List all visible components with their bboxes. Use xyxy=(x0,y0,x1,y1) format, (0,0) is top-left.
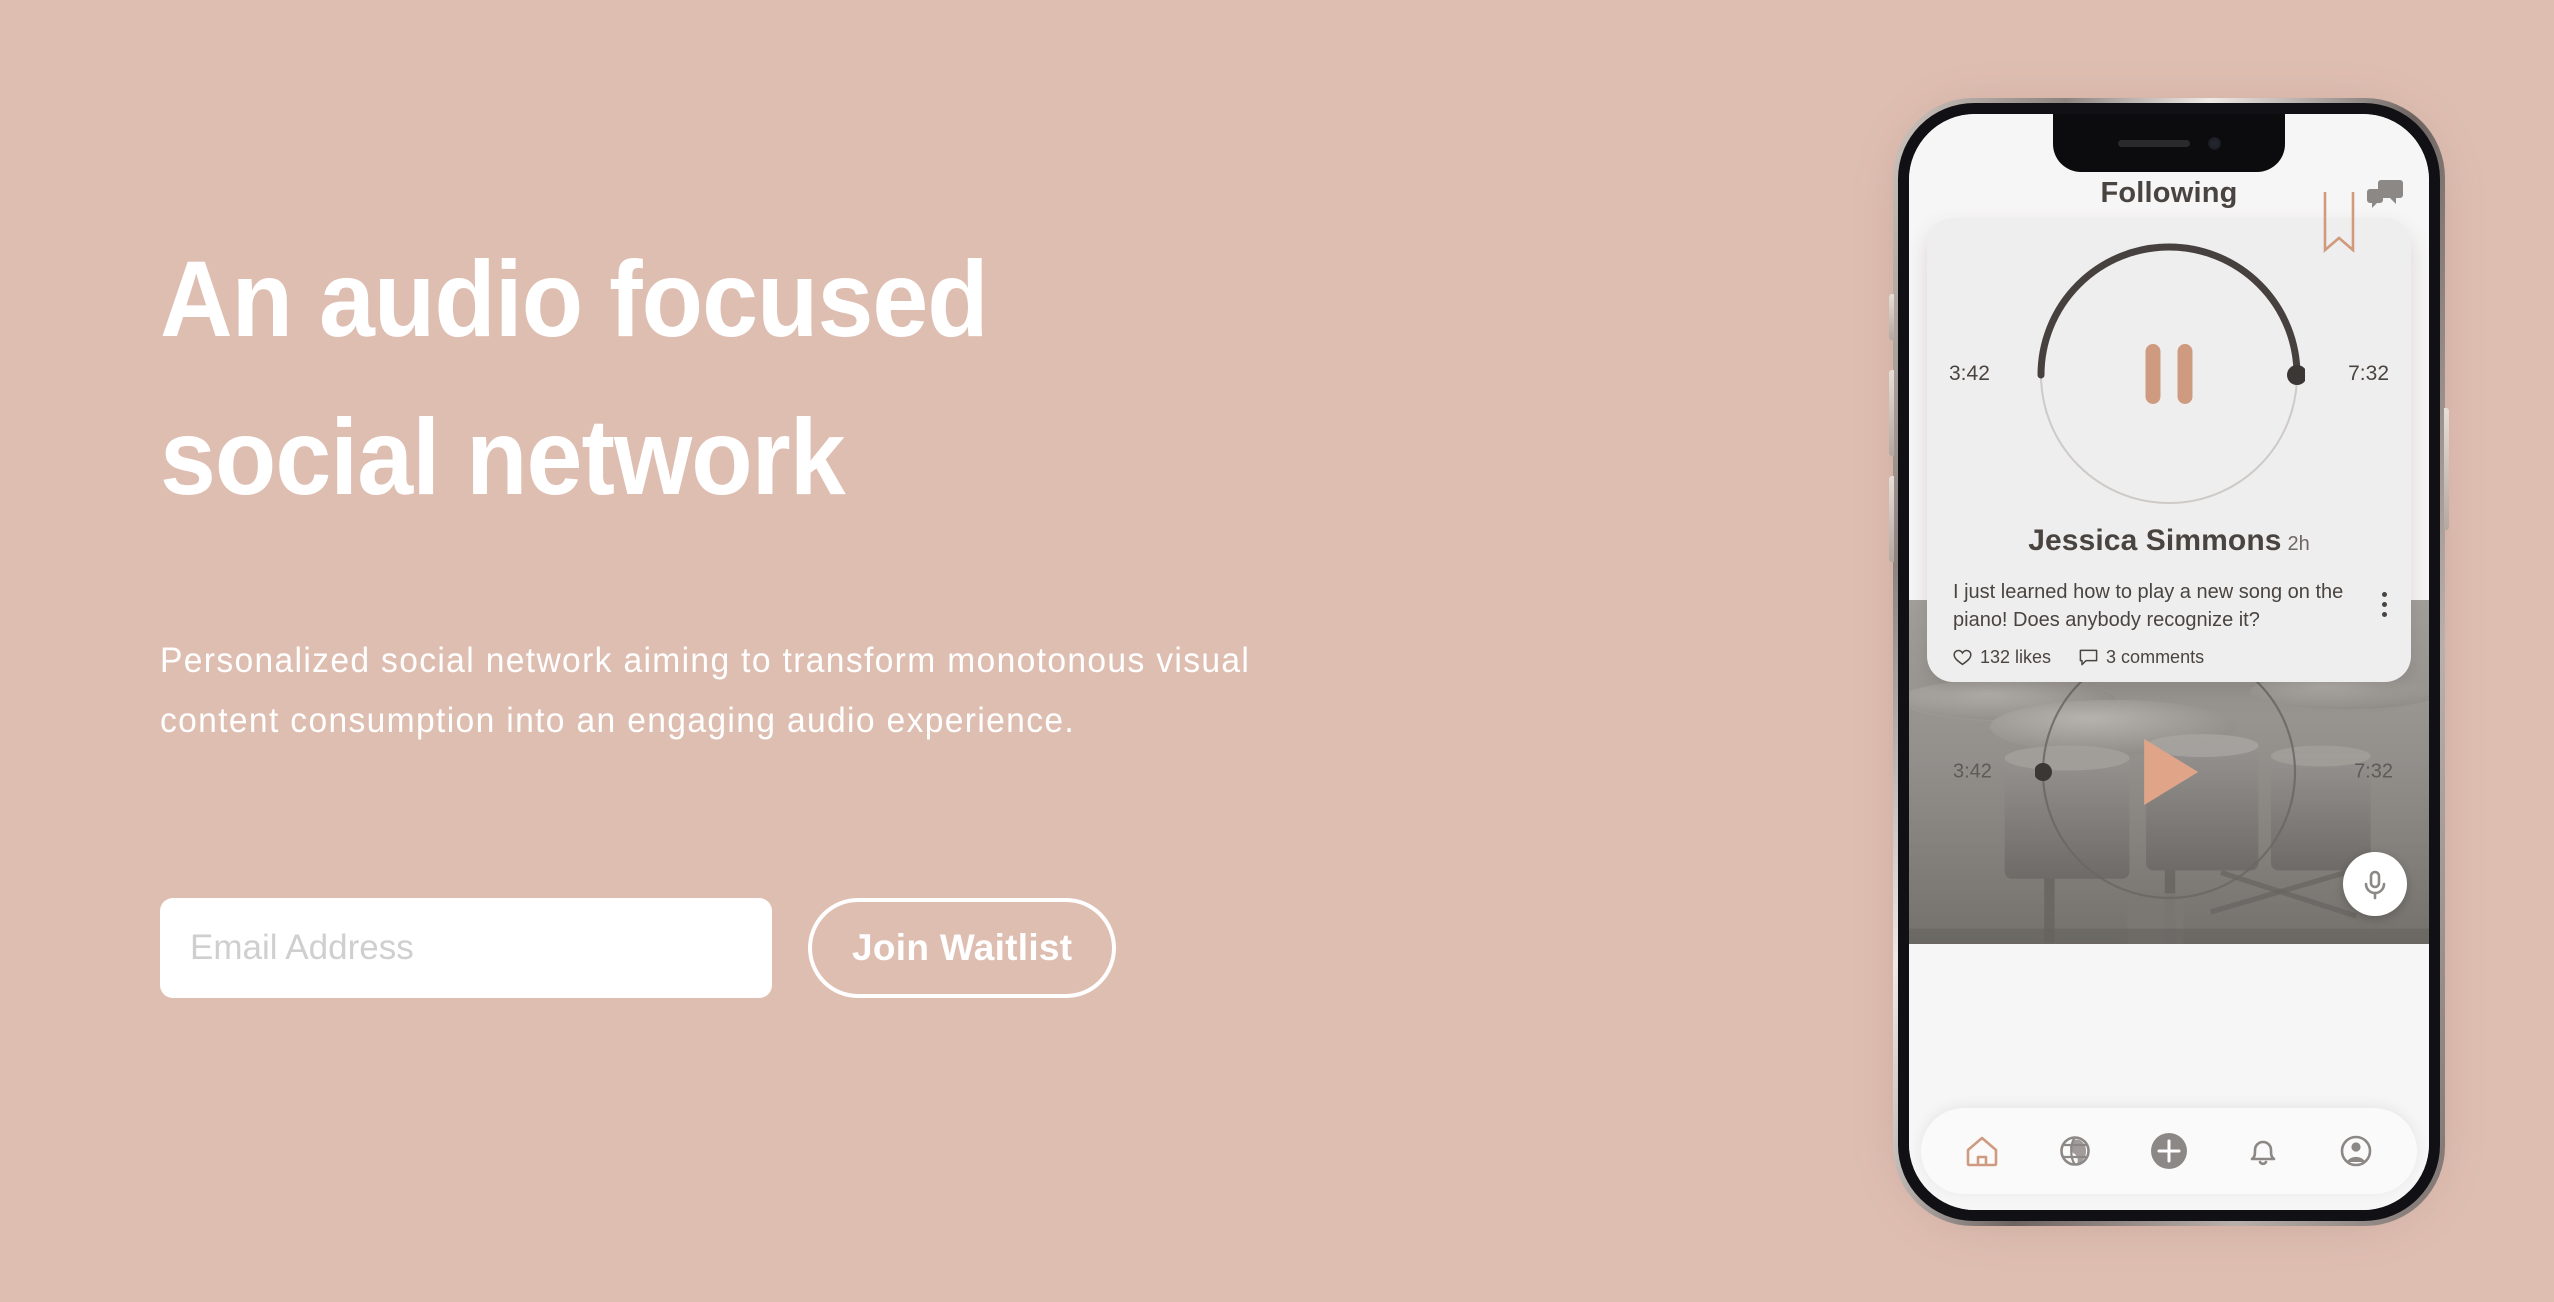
globe-icon xyxy=(2060,1136,2091,1166)
phone-volume-down-button xyxy=(1889,476,1894,562)
heart-icon xyxy=(1953,649,1972,666)
pause-bar-right xyxy=(2177,344,2193,404)
microphone-icon[interactable] xyxy=(2343,852,2407,916)
subcopy-line-2: content consumption into an engaging aud… xyxy=(160,701,1076,741)
post-body: I just learned how to play a new song on… xyxy=(1927,558,2411,668)
hero-section: An audio focused social network Personal… xyxy=(160,245,1720,751)
audio-post-card[interactable]: 3:42 7:32 Jessica Simmons 2h I just learn… xyxy=(1927,192,2411,682)
nav-item-profile[interactable] xyxy=(2325,1120,2387,1182)
like-stat[interactable]: 132 likes xyxy=(1953,647,2051,668)
more-dot xyxy=(2382,592,2387,597)
earpiece-speaker-icon xyxy=(2117,139,2190,147)
phone-volume-up-button xyxy=(1889,370,1894,456)
media-remaining-time: 7:32 xyxy=(2354,760,2393,783)
post-timestamp: 2h xyxy=(2287,533,2310,555)
join-waitlist-button[interactable]: Join Waitlist xyxy=(808,898,1117,998)
chat-bubbles-icon[interactable] xyxy=(2367,178,2403,210)
comment-count: 3 comments xyxy=(2106,646,2205,667)
front-camera-icon xyxy=(2207,136,2221,150)
waitlist-form: Join Waitlist xyxy=(160,898,1117,998)
more-dot xyxy=(2382,612,2387,617)
headline-line-2: social network xyxy=(160,396,846,517)
post-stats: 132 likes 3 comments xyxy=(1953,647,2357,668)
post-text: I just learned how to play a new song on… xyxy=(1953,581,2344,632)
audio-player: 3:42 7:32 xyxy=(1927,218,2411,530)
audio-remaining-time: 7:32 xyxy=(2348,362,2389,385)
phone-mute-switch xyxy=(1889,294,1894,340)
comment-stat[interactable]: 3 comments xyxy=(2079,647,2204,668)
phone-notch xyxy=(2053,114,2285,172)
subcopy-line-1: Personalized social network aiming to tr… xyxy=(160,641,1251,680)
more-vertical-icon[interactable] xyxy=(2382,592,2387,617)
audio-elapsed-time: 3:42 xyxy=(1949,362,1990,385)
more-dot xyxy=(2382,602,2387,607)
home-icon xyxy=(1966,1136,1998,1167)
comment-icon xyxy=(2079,649,2098,666)
plus-circle-icon xyxy=(2150,1133,2187,1169)
landing-page: An audio focused social network Personal… xyxy=(0,0,2554,1302)
page-title: An audio focused social network xyxy=(160,245,1611,511)
like-count: 132 likes xyxy=(1980,646,2052,667)
bookmark-icon[interactable] xyxy=(2323,192,2355,254)
bottom-navigation xyxy=(1921,1108,2417,1194)
nav-item-discover[interactable] xyxy=(2044,1120,2106,1182)
user-circle-icon xyxy=(2340,1135,2372,1167)
pause-bar-left xyxy=(2145,344,2161,404)
feed: 3:42 7:32 3:42 7:32 Jessica Simmons 2h I… xyxy=(1909,192,2429,1210)
nav-item-create[interactable] xyxy=(2138,1120,2200,1182)
media-elapsed-time: 3:42 xyxy=(1953,760,1992,783)
bell-icon xyxy=(2250,1140,2275,1166)
phone-frame: Following 3:42 7:32 3:42 7:32 Jessica Si… xyxy=(1889,98,2449,1226)
nav-item-notifications[interactable] xyxy=(2232,1120,2294,1182)
phone-power-button xyxy=(2444,408,2449,530)
hero-subcopy: Personalized social network aiming to tr… xyxy=(160,631,1523,751)
phone-screen: Following 3:42 7:32 3:42 7:32 Jessica Si… xyxy=(1909,114,2429,1210)
app-title: Following xyxy=(2100,177,2238,209)
phone-bezel: Following 3:42 7:32 3:42 7:32 Jessica Si… xyxy=(1898,103,2440,1221)
nav-item-home[interactable] xyxy=(1951,1120,2013,1182)
headline-line-1: An audio focused xyxy=(160,238,989,359)
email-field[interactable] xyxy=(160,898,772,998)
pause-icon[interactable] xyxy=(2145,344,2193,404)
phone-mockup: Following 3:42 7:32 3:42 7:32 Jessica Si… xyxy=(1889,98,2449,1226)
play-icon[interactable] xyxy=(2144,739,2199,805)
